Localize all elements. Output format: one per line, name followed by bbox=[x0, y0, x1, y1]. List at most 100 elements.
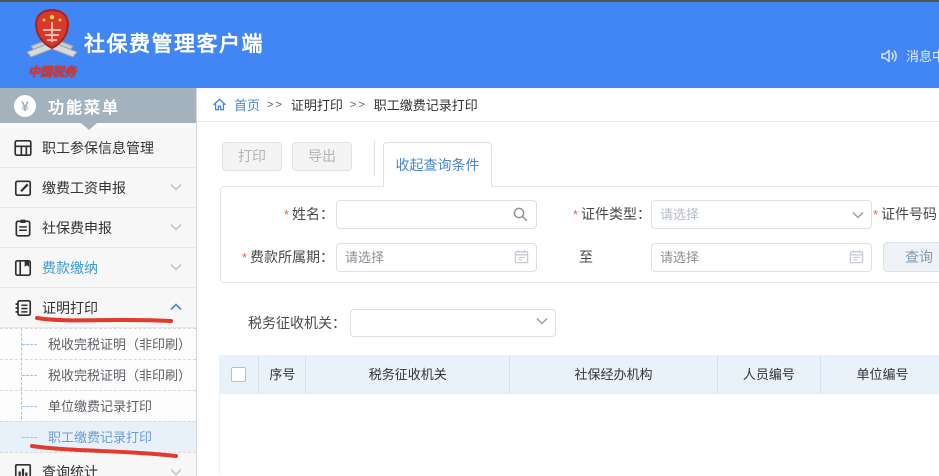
tree-dash bbox=[22, 375, 37, 376]
sidebar-item-certificate-printing[interactable]: 证明打印 bbox=[0, 288, 196, 328]
name-field-wrap bbox=[336, 200, 537, 229]
select-all-cell bbox=[219, 355, 258, 393]
select-placeholder: 请选择 bbox=[660, 207, 699, 222]
breadcrumb-separator: >> bbox=[267, 99, 284, 111]
yen-icon: ¥ bbox=[14, 95, 36, 117]
sidebar-item-employee-insurance-info[interactable]: 职工参保信息管理 bbox=[0, 128, 196, 168]
collapse-query-tab[interactable]: 收起查询条件 bbox=[383, 142, 492, 187]
cert-type-label: *证件类型： bbox=[551, 200, 651, 229]
date-placeholder: 请选择 bbox=[660, 250, 699, 265]
submenu-item-label: 单位缴费记录打印 bbox=[48, 399, 152, 414]
name-input[interactable] bbox=[336, 200, 537, 229]
home-icon[interactable] bbox=[212, 97, 227, 112]
period-to-label: 至 bbox=[579, 243, 593, 272]
tax-emblem-icon bbox=[25, 8, 79, 60]
period-end-datepicker[interactable]: 请选择 bbox=[651, 243, 872, 272]
period-end-field-wrap: 请选择 bbox=[651, 243, 872, 272]
breadcrumb: 首页 >> 证明打印 >> 职工缴费记录打印 bbox=[198, 88, 939, 122]
submenu-item-employee-payment-record-print[interactable]: 职工缴费记录打印 bbox=[0, 421, 196, 452]
app-header: 中国税务 社保费管理客户端 消息中心 bbox=[0, 2, 939, 88]
chevron-down-icon bbox=[170, 183, 182, 191]
breadcrumb-level1: 证明打印 bbox=[291, 95, 343, 114]
chevron-down-icon bbox=[852, 211, 864, 219]
logo-caption: 中国税务 bbox=[22, 63, 82, 80]
certificate-printing-submenu: 税收完税证明（非印刷） 税收完税证明（非印刷） 单位缴费记录打印 职工缴费记录打… bbox=[0, 328, 196, 452]
message-center-link[interactable]: 消息中心 bbox=[906, 46, 939, 65]
results-table: 序号 税务征收机关 社保经办机构 人员编号 单位编号 bbox=[219, 355, 939, 474]
tax-organ-field-wrap bbox=[350, 309, 556, 338]
sidebar-item-query-statistics[interactable]: 查询统计 bbox=[0, 452, 196, 476]
name-label: *姓名： bbox=[222, 200, 334, 229]
column-header-unit-no: 单位编号 bbox=[820, 355, 939, 393]
edit-icon bbox=[13, 178, 33, 198]
tax-organ-select[interactable] bbox=[350, 309, 556, 337]
date-placeholder: 请选择 bbox=[345, 250, 384, 265]
select-all-checkbox[interactable] bbox=[231, 367, 246, 382]
calendar-icon bbox=[514, 249, 529, 264]
sidebar-item-label: 职工参保信息管理 bbox=[42, 138, 154, 158]
period-start-datepicker[interactable]: 请选择 bbox=[336, 243, 537, 272]
submenu-item-unit-payment-record-print[interactable]: 单位缴费记录打印 bbox=[0, 390, 196, 421]
breadcrumb-separator: >> bbox=[350, 99, 367, 111]
chevron-down-icon bbox=[170, 263, 182, 271]
sidebar-item-social-insurance-declaration[interactable]: 社保费申报 bbox=[0, 208, 196, 248]
tree-dash bbox=[22, 344, 37, 345]
column-header-tax-organ: 税务征收机关 bbox=[305, 355, 509, 393]
tax-organ-label: 税务征收机关： bbox=[222, 309, 346, 337]
main-content: 首页 >> 证明打印 >> 职工缴费记录打印 打印 导出 收起查询条件 *姓名：… bbox=[198, 88, 939, 476]
sidebar-item-label: 证明打印 bbox=[42, 298, 98, 318]
submenu-item-label: 税收完税证明（非印刷） bbox=[48, 337, 191, 352]
period-label: *费款所属期： bbox=[222, 243, 334, 272]
clipboard-icon bbox=[13, 218, 33, 238]
column-header-person-no: 人员编号 bbox=[717, 355, 820, 393]
chevron-up-icon bbox=[170, 303, 182, 311]
book-icon bbox=[13, 258, 33, 278]
column-header-social-agency: 社保经办机构 bbox=[509, 355, 717, 393]
required-mark: * bbox=[573, 207, 578, 222]
tax-emblem-logo: 中国税务 bbox=[22, 8, 82, 84]
period-start-field-wrap: 请选择 bbox=[336, 243, 537, 272]
chevron-down-icon bbox=[170, 468, 182, 476]
sidebar-header: ¥ 功能菜单 bbox=[0, 88, 196, 123]
required-mark: * bbox=[873, 207, 878, 222]
export-button[interactable]: 导出 bbox=[292, 142, 352, 171]
sidebar-menu: 职工参保信息管理 缴费工资申报 社保费申报 bbox=[0, 128, 196, 476]
app-title: 社保费管理客户端 bbox=[84, 28, 264, 58]
print-button[interactable]: 打印 bbox=[222, 142, 282, 171]
submenu-item-label: 税收完税证明（非印刷） bbox=[48, 368, 191, 383]
speaker-icon[interactable] bbox=[880, 48, 899, 64]
required-mark: * bbox=[284, 207, 289, 222]
sidebar-item-label: 费款缴纳 bbox=[42, 258, 98, 278]
grid-icon bbox=[13, 138, 33, 158]
cert-type-field-wrap: 请选择 bbox=[651, 200, 872, 229]
table-body-empty bbox=[219, 394, 939, 474]
sidebar-item-label: 缴费工资申报 bbox=[42, 178, 126, 198]
submenu-item-label: 职工缴费记录打印 bbox=[48, 430, 152, 445]
sidebar-header-notch bbox=[81, 123, 97, 130]
table-header-row: 序号 税务征收机关 社保经办机构 人员编号 单位编号 bbox=[219, 355, 939, 394]
submenu-item-tax-clearance-2[interactable]: 税收完税证明（非印刷） bbox=[0, 359, 196, 390]
column-header-seq: 序号 bbox=[258, 355, 305, 393]
sidebar-title: 功能菜单 bbox=[48, 94, 120, 118]
sidebar: ¥ 功能菜单 职工参保信息管理 缴费工资申报 bbox=[0, 88, 197, 476]
sidebar-item-label: 社保费申报 bbox=[42, 218, 112, 238]
sidebar-item-label: 查询统计 bbox=[42, 462, 98, 476]
sidebar-item-fee-payment[interactable]: 费款缴纳 bbox=[0, 248, 196, 288]
cert-type-select[interactable]: 请选择 bbox=[651, 200, 872, 229]
search-icon[interactable] bbox=[512, 206, 529, 223]
sidebar-item-wage-declaration[interactable]: 缴费工资申报 bbox=[0, 168, 196, 208]
cert-no-label: *证件号码： bbox=[873, 200, 939, 229]
query-button[interactable]: 查询 bbox=[883, 242, 939, 272]
tree-dash bbox=[22, 406, 37, 407]
chevron-down-icon bbox=[536, 317, 548, 325]
breadcrumb-level2: 职工缴费记录打印 bbox=[374, 95, 478, 114]
chevron-down-icon bbox=[170, 223, 182, 231]
required-mark: * bbox=[242, 250, 247, 265]
tree-dash bbox=[22, 437, 37, 438]
binder-icon bbox=[13, 298, 33, 318]
bar-chart-icon bbox=[13, 462, 33, 476]
breadcrumb-home[interactable]: 首页 bbox=[234, 95, 260, 114]
toolbar-divider bbox=[374, 140, 375, 176]
query-panel: *姓名： *证件类型： 请选择 *证件号码： *费款所属期： bbox=[220, 186, 939, 283]
submenu-item-tax-clearance-1[interactable]: 税收完税证明（非印刷） bbox=[0, 328, 196, 359]
